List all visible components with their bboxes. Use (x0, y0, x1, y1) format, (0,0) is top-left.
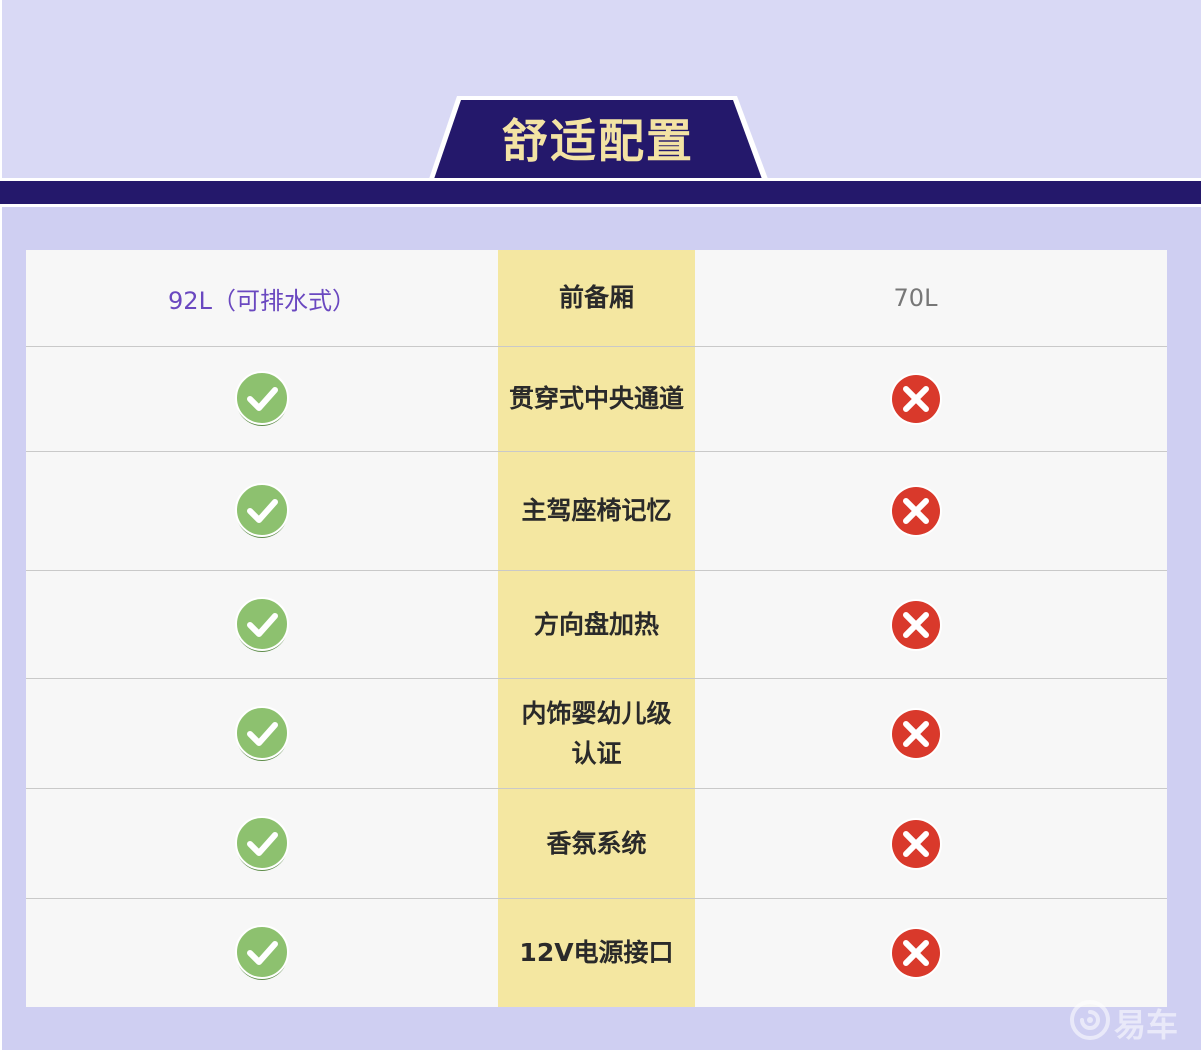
table-row: 香氛系统 (26, 789, 1167, 899)
left-value: 92L（可排水式） (168, 286, 356, 315)
check-icon (234, 705, 290, 762)
feature-label: 主驾座椅记忆 (521, 496, 672, 525)
feature-label: 前备厢 (558, 283, 634, 312)
right-value: 70L (893, 284, 938, 312)
section-title: 舒适配置 (502, 114, 694, 168)
cross-icon (889, 484, 943, 538)
check-icon (234, 925, 290, 981)
check-icon (234, 596, 290, 653)
cross-icon (889, 598, 943, 652)
feature-label-line: 内饰婴幼儿级 (521, 698, 672, 728)
yiche-logo-icon (1070, 1000, 1110, 1040)
feature-label: 香氛系统 (546, 828, 647, 858)
cross-icon (889, 926, 943, 980)
cross-icon (889, 372, 943, 426)
cross-icon (889, 707, 943, 761)
watermark-logo: 易车 (1068, 998, 1194, 1044)
table-row: 方向盘加热 (26, 571, 1167, 679)
feature-label: 内饰婴幼儿级 认证 (521, 694, 671, 774)
section-title-tab: 舒适配置 (427, 95, 769, 179)
feature-label: 贯穿式中央通道 (508, 384, 684, 413)
feature-label: 12V电源接口 (519, 938, 674, 967)
cross-icon (889, 817, 943, 871)
table-row: 92L（可排水式） 前备厢 70L (26, 250, 1167, 347)
table-row: 贯穿式中央通道 (26, 347, 1167, 452)
table-row: 12V电源接口 (26, 899, 1167, 1007)
table-row: 内饰婴幼儿级 认证 (26, 679, 1167, 789)
check-icon (234, 815, 290, 872)
table-row: 主驾座椅记忆 (26, 452, 1167, 571)
check-icon (234, 371, 290, 427)
comparison-table: 92L（可排水式） 前备厢 70L 贯穿式中央通道 主驾座椅记忆 方向盘加热 内… (26, 250, 1167, 1007)
watermark-text: 易车 (1114, 1006, 1179, 1044)
check-icon (234, 483, 290, 539)
header-band (0, 178, 1201, 207)
feature-label: 方向盘加热 (533, 609, 659, 639)
feature-label-line: 认证 (571, 738, 622, 768)
